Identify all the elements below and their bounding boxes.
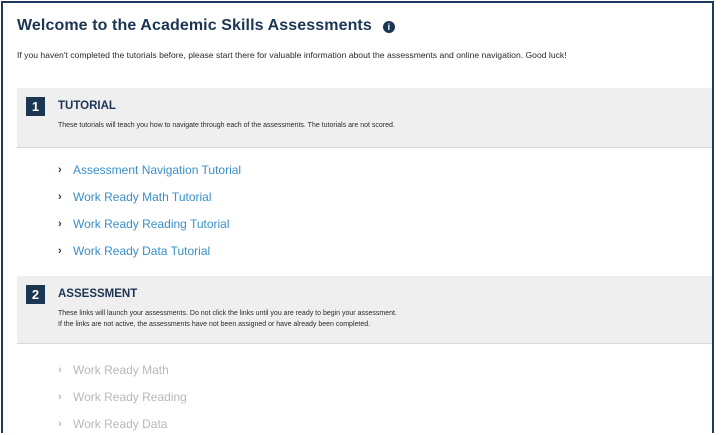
chevron-right-icon: ›	[58, 163, 62, 176]
chevron-right-icon: ›	[58, 390, 62, 403]
link-label: Assessment Navigation Tutorial	[73, 162, 242, 177]
tutorial-link-reading[interactable]: › Work Ready Reading Tutorial	[58, 210, 241, 237]
section-description-line-2: If the links are not active, the assessm…	[58, 321, 371, 328]
link-label: Work Ready Math	[73, 362, 169, 377]
intro-text: If you haven't completed the tutorials b…	[17, 50, 567, 60]
link-label: Work Ready Data	[73, 416, 168, 431]
chevron-right-icon: ›	[58, 190, 62, 203]
chevron-right-icon: ›	[58, 217, 62, 230]
section-title: TUTORIAL	[58, 100, 116, 112]
page-title: Welcome to the Academic Skills Assessmen…	[17, 17, 372, 34]
link-label: Work Ready Data Tutorial	[73, 243, 211, 258]
link-label: Work Ready Math Tutorial	[73, 189, 212, 204]
tutorial-link-assessment-navigation[interactable]: › Assessment Navigation Tutorial	[58, 156, 241, 183]
section-description-line-1: These links will launch your assessments…	[58, 310, 397, 317]
section-number-badge: 1	[26, 97, 45, 116]
tutorial-link-math[interactable]: › Work Ready Math Tutorial	[58, 183, 241, 210]
chevron-right-icon: ›	[58, 417, 62, 430]
section-number-badge: 2	[26, 285, 45, 304]
assessment-link-math: › Work Ready Math	[58, 356, 187, 383]
assessment-section-header: 2 ASSESSMENT These links will launch you…	[17, 276, 712, 344]
tutorial-section-header: 1 TUTORIAL These tutorials will teach yo…	[17, 88, 712, 148]
assessment-link-list: › Work Ready Math › Work Ready Reading ›…	[58, 356, 187, 433]
link-label: Work Ready Reading Tutorial	[73, 216, 230, 231]
assessment-link-data: › Work Ready Data	[58, 410, 187, 433]
info-icon[interactable]: i	[382, 21, 395, 33]
tutorial-link-data[interactable]: › Work Ready Data Tutorial	[58, 237, 241, 264]
assessment-page-frame: Welcome to the Academic Skills Assessmen…	[1, 1, 714, 433]
chevron-right-icon: ›	[58, 244, 62, 257]
title-row: Welcome to the Academic Skills Assessmen…	[17, 17, 395, 35]
section-title: ASSESSMENT	[58, 288, 138, 300]
section-description: These tutorials will teach you how to na…	[58, 122, 395, 129]
link-label: Work Ready Reading	[73, 389, 187, 404]
chevron-right-icon: ›	[58, 363, 62, 376]
assessment-link-reading: › Work Ready Reading	[58, 383, 187, 410]
tutorial-link-list: › Assessment Navigation Tutorial › Work …	[58, 156, 241, 264]
